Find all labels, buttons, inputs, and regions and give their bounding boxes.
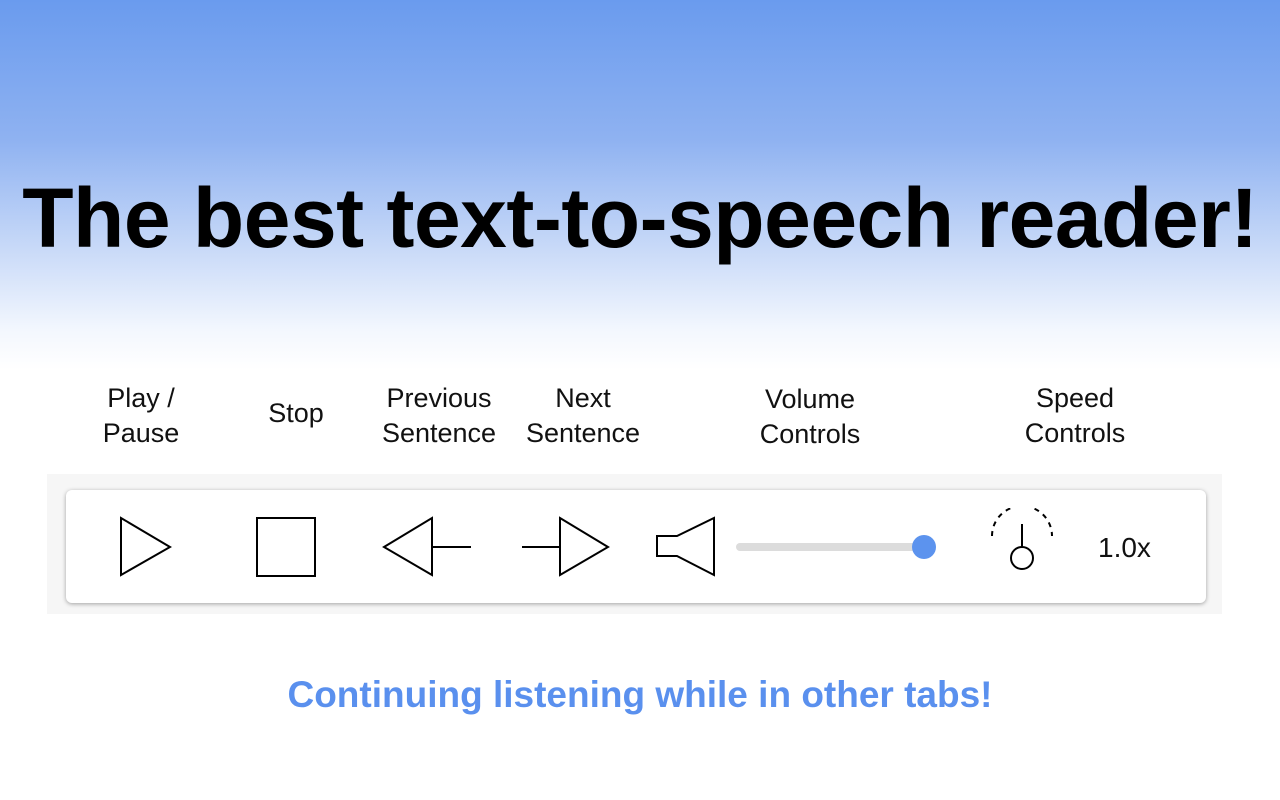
label-previous-sentence: Previous Sentence <box>381 383 497 448</box>
volume-slider[interactable] <box>736 535 936 559</box>
play-pause-button[interactable] <box>112 512 176 582</box>
stop-button[interactable] <box>250 512 322 582</box>
speed-gauge-icon <box>991 508 1053 570</box>
speaker-icon <box>656 516 715 577</box>
volume-slider-thumb[interactable] <box>912 535 936 559</box>
next-sentence-icon <box>522 516 610 577</box>
speed-value[interactable]: 1.0x <box>1098 532 1151 564</box>
label-stop: Stop <box>268 398 324 428</box>
next-sentence-button[interactable] <box>518 512 614 582</box>
tagline: Continuing listening while in other tabs… <box>287 674 993 715</box>
hero-title: The best text-to-speech reader! <box>22 171 1258 265</box>
play-icon <box>120 516 172 577</box>
label-speed-controls: Speed Controls <box>1024 383 1126 448</box>
volume-slider-track <box>736 543 924 551</box>
label-volume-controls: Volume Controls <box>759 384 861 449</box>
previous-sentence-icon <box>382 516 471 577</box>
label-next-sentence: Next Sentence <box>525 383 641 448</box>
volume-button[interactable] <box>650 512 722 582</box>
stop-icon <box>256 517 316 577</box>
previous-sentence-button[interactable] <box>378 512 474 582</box>
speed-button[interactable] <box>984 508 1060 578</box>
label-play-pause: Play / Pause <box>102 383 180 448</box>
